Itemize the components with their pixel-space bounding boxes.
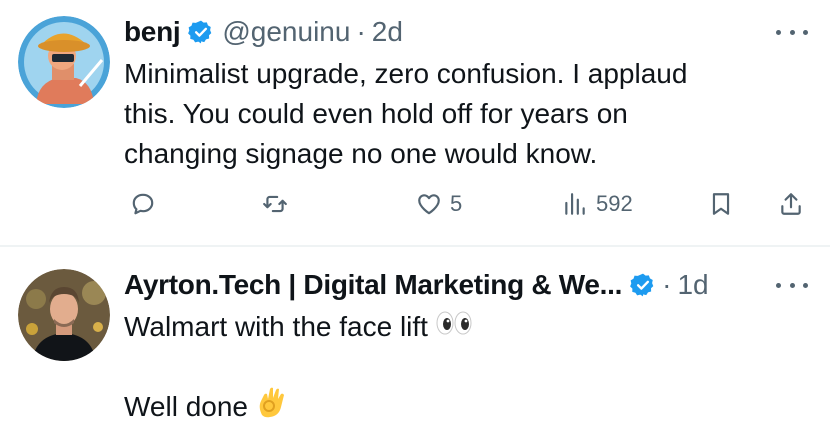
verified-badge-icon (188, 19, 214, 45)
eyes-emoji-icon (436, 307, 472, 347)
tweet-1[interactable]: benj @genuinu · 2d Minimalist upgrade, z… (0, 0, 830, 246)
share-icon (781, 193, 801, 215)
ok-hand-emoji-icon (256, 385, 286, 430)
timestamp[interactable]: 2d (372, 16, 403, 48)
like-button[interactable]: 5 (416, 184, 462, 224)
share-button[interactable] (778, 184, 804, 224)
author-handle[interactable]: @genuinu (222, 16, 350, 48)
avatar[interactable] (18, 269, 110, 361)
timestamp[interactable]: 1d (677, 269, 708, 301)
verified-badge-icon (630, 272, 656, 298)
author-name[interactable]: benj (124, 16, 181, 48)
avatar[interactable] (18, 16, 110, 108)
separator-dot: · (356, 16, 366, 47)
tweet-text-segment: Walmart with the face lift (124, 311, 428, 342)
reply-icon (132, 193, 154, 215)
retweet-button[interactable] (262, 184, 288, 224)
bookmark-button[interactable] (708, 184, 734, 224)
views-button[interactable]: 592 (562, 184, 633, 224)
tweet-text-line: this. You could even hold off for years … (124, 98, 628, 129)
tweet-text: Minimalist upgrade, zero confusion. I ap… (124, 54, 784, 174)
like-count: 5 (450, 191, 463, 216)
views-icon (565, 193, 585, 215)
retweet-icon (263, 195, 287, 213)
avatar-illustration (18, 16, 110, 108)
tweet-2[interactable]: Ayrton.Tech | Digital Marketing & We... … (0, 247, 830, 436)
tweet-text: Walmart with the face lift Well done (124, 307, 724, 427)
bookmark-icon (712, 193, 730, 215)
more-options-icon[interactable] (776, 275, 808, 295)
author-name[interactable]: Ayrton.Tech | Digital Marketing & We... (124, 269, 622, 301)
more-options-icon[interactable] (776, 22, 808, 42)
reply-button[interactable] (130, 184, 156, 224)
tweet-text-segment: Well done (124, 391, 249, 422)
separator-dot: · (662, 269, 672, 300)
views-count: 592 (596, 191, 633, 216)
avatar-photo (18, 269, 110, 361)
heart-icon (418, 194, 440, 215)
action-bar: 5 592 (124, 184, 814, 224)
tweet-text-line: Walmart with the face lift (124, 307, 724, 347)
tweet-header: Ayrton.Tech | Digital Marketing & We... … (124, 265, 709, 305)
tweet-header: benj @genuinu · 2d (124, 12, 403, 52)
tweet-text-line: changing signage no one would know. (124, 138, 598, 169)
tweet-text-line: Minimalist upgrade, zero confusion. I ap… (124, 58, 688, 89)
tweet-text-line: Well done (124, 387, 724, 427)
